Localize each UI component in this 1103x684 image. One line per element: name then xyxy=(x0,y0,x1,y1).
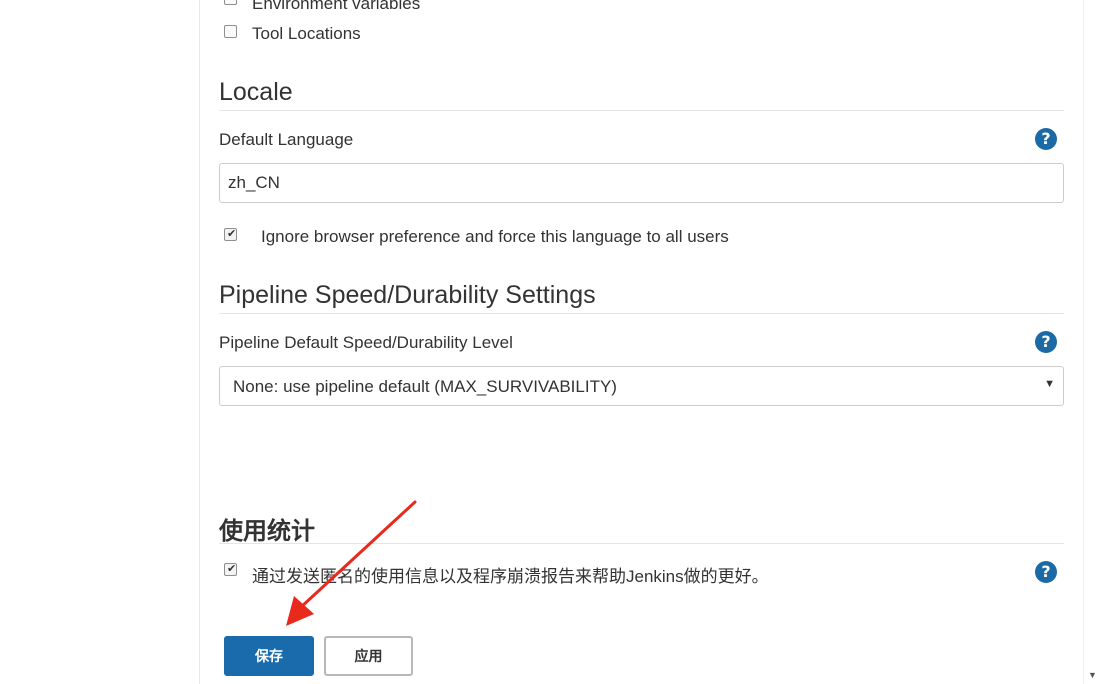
default-language-label: Default Language xyxy=(219,130,354,149)
help-icon[interactable]: ? xyxy=(1035,331,1057,353)
check-mark-icon: ✔ xyxy=(227,227,237,240)
default-language-input[interactable] xyxy=(219,163,1064,203)
pipeline-level-select[interactable]: None: use pipeline default (MAX_SURVIVAB… xyxy=(219,366,1064,406)
locale-section-divider xyxy=(219,110,1064,111)
left-panel-border xyxy=(199,0,200,684)
ignore-browser-label: Ignore browser preference and force this… xyxy=(261,227,729,246)
send-usage-stats-label: 通过发送匿名的使用信息以及程序崩溃报告来帮助Jenkins做的更好。 xyxy=(252,567,769,586)
locale-section-title: Locale xyxy=(219,78,293,106)
usage-section-divider xyxy=(219,543,1064,544)
ignore-browser-checkbox[interactable]: ✔ xyxy=(224,227,237,241)
tool-locations-label: Tool Locations xyxy=(252,24,361,43)
help-icon[interactable]: ? xyxy=(1035,561,1057,583)
pipeline-level-label: Pipeline Default Speed/Durability Level xyxy=(219,333,513,352)
pipeline-section-divider xyxy=(219,313,1064,314)
pipeline-level-selected-value: None: use pipeline default (MAX_SURVIVAB… xyxy=(233,377,617,396)
pipeline-section-title: Pipeline Speed/Durability Settings xyxy=(219,281,596,309)
check-mark-icon: ✔ xyxy=(227,562,237,575)
send-usage-stats-checkbox[interactable]: ✔ xyxy=(224,562,237,576)
apply-button[interactable]: 应用 xyxy=(324,636,413,676)
scrollbar-track[interactable] xyxy=(1083,0,1103,684)
chevron-down-icon: ▼ xyxy=(1044,378,1055,390)
save-button[interactable]: 保存 xyxy=(224,636,314,676)
jenkins-config-page: ▼ Environment variables Tool Locations L… xyxy=(0,0,1103,684)
help-icon[interactable]: ? xyxy=(1035,128,1057,150)
usage-section-title: 使用统计 xyxy=(219,518,315,545)
environment-variables-checkbox[interactable] xyxy=(224,0,237,5)
scroll-down-arrow-icon[interactable]: ▼ xyxy=(1088,670,1097,680)
environment-variables-label: Environment variables xyxy=(252,0,421,13)
tool-locations-checkbox[interactable] xyxy=(224,25,237,38)
